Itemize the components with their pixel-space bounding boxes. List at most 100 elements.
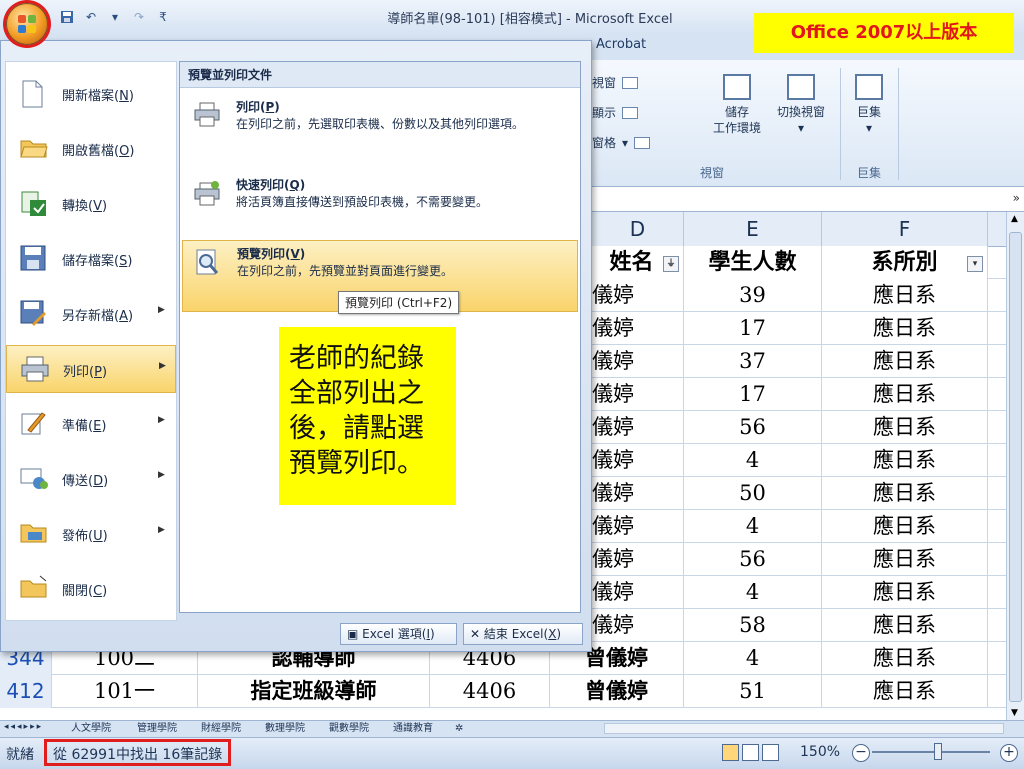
menu-item[interactable]: 發佈(U) ▶ xyxy=(6,510,176,558)
page-break-view-icon[interactable] xyxy=(762,744,779,761)
page-layout-view-icon[interactable] xyxy=(742,744,759,761)
ribbon-window-button[interactable]: 視窗 xyxy=(592,74,639,91)
save-workspace-button[interactable]: 儲存 工作環境 xyxy=(706,74,768,136)
header-cell-count[interactable]: 學生人數 xyxy=(684,246,822,279)
sheet-tab[interactable]: 管理學院 xyxy=(134,722,180,736)
cell-name[interactable]: 儀婷 xyxy=(592,444,684,477)
menu-item[interactable]: 開新檔案(N) xyxy=(6,70,176,118)
submenu-item[interactable]: 列印(P) 在列印之前，先選取印表機、份數以及其他列印選項。 xyxy=(182,94,578,164)
menu-item[interactable]: 儲存檔案(S) xyxy=(6,235,176,283)
cell-term[interactable]: 101一 xyxy=(52,675,198,708)
header-cell-name[interactable]: 姓名 ⏚ xyxy=(580,246,684,279)
cell-dept[interactable]: 應日系 xyxy=(822,642,988,675)
sheet-tab[interactable]: 人文學院 xyxy=(68,722,114,736)
scroll-up-icon[interactable]: ▲ xyxy=(1011,214,1018,224)
cell-count[interactable]: 39 xyxy=(684,279,822,312)
cell-count[interactable]: 4 xyxy=(684,576,822,609)
cell-name[interactable]: 儀婷 xyxy=(592,279,684,312)
column-header-d[interactable]: D xyxy=(592,212,684,246)
undo-icon[interactable]: ↶ xyxy=(82,8,100,26)
cell-dept[interactable]: 應日系 xyxy=(822,444,988,477)
office-button[interactable] xyxy=(6,3,48,45)
menu-item[interactable]: 另存新檔(A) ▶ xyxy=(6,290,176,338)
menu-item[interactable]: 傳送(D) ▶ xyxy=(6,455,176,503)
cell-name[interactable]: 儀婷 xyxy=(592,312,684,345)
ribbon-show-button[interactable]: 顯示 xyxy=(592,104,639,121)
sheet-tab[interactable]: 觀數學院 xyxy=(326,722,372,736)
cell-count[interactable]: 51 xyxy=(684,675,822,708)
cell-name[interactable]: 儀婷 xyxy=(592,543,684,576)
save-icon[interactable] xyxy=(58,8,76,26)
expand-formula-bar-icon[interactable]: » xyxy=(1013,191,1020,205)
cell-role[interactable]: 指定班級導師 xyxy=(198,675,430,708)
scrollbar-thumb[interactable] xyxy=(1009,232,1022,702)
cell-name[interactable]: 儀婷 xyxy=(592,576,684,609)
macros-button[interactable]: 巨集 ▾ xyxy=(846,74,892,136)
cell-name[interactable]: 儀婷 xyxy=(592,609,684,642)
cell-count[interactable]: 58 xyxy=(684,609,822,642)
cell-dept[interactable]: 應日系 xyxy=(822,576,988,609)
cell-count[interactable]: 17 xyxy=(684,378,822,411)
cell-dept[interactable]: 應日系 xyxy=(822,279,988,312)
switch-windows-button[interactable]: 切換視窗 ▾ xyxy=(768,74,834,136)
dropdown-arrow-icon[interactable]: ▾ xyxy=(106,8,124,26)
cell-dept[interactable]: 應日系 xyxy=(822,345,988,378)
cell-count[interactable]: 4 xyxy=(684,444,822,477)
cell-name[interactable]: 儀婷 xyxy=(592,345,684,378)
cell-count[interactable]: 37 xyxy=(684,345,822,378)
zoom-slider[interactable] xyxy=(872,751,990,753)
cell-count[interactable]: 56 xyxy=(684,543,822,576)
cell-dept[interactable]: 應日系 xyxy=(822,609,988,642)
cell-dept[interactable]: 應日系 xyxy=(822,675,988,708)
cell-name[interactable]: 儀婷 xyxy=(592,477,684,510)
menu-item[interactable]: 列印(P) ▶ xyxy=(6,345,176,393)
zoom-in-icon[interactable]: + xyxy=(1000,744,1018,762)
cell-count[interactable]: 4 xyxy=(684,510,822,543)
cell-count[interactable]: 50 xyxy=(684,477,822,510)
sheet-tab[interactable]: 財經學院 xyxy=(198,722,244,736)
submenu-title: 預覽並列印文件 xyxy=(180,62,580,88)
scroll-down-icon[interactable]: ▼ xyxy=(1011,708,1018,718)
sheet-tab[interactable]: 通識教育 xyxy=(390,722,436,736)
menu-item[interactable]: 轉換(V) xyxy=(6,180,176,228)
header-cell-dept[interactable]: 系所別 ▾ xyxy=(822,246,988,279)
cell-count[interactable]: 56 xyxy=(684,411,822,444)
exit-excel-button[interactable]: ✕ 結束 Excel(X) xyxy=(463,623,583,645)
sheet-tab[interactable]: 數理學院 xyxy=(262,722,308,736)
cell-name[interactable]: 儀婷 xyxy=(592,378,684,411)
excel-options-button[interactable]: ▣ Excel 選項(I) xyxy=(340,623,457,645)
menu-item[interactable]: 準備(E) ▶ xyxy=(6,400,176,448)
horizontal-scrollbar[interactable] xyxy=(604,723,1004,734)
customize-toolbar-icon[interactable]: ₹ xyxy=(154,8,172,26)
filter-dropdown-icon[interactable]: ▾ xyxy=(967,256,983,272)
cell-count[interactable]: 4 xyxy=(684,642,822,675)
cell-dept[interactable]: 應日系 xyxy=(822,510,988,543)
redo-icon[interactable]: ↷ xyxy=(130,8,148,26)
insert-sheet-icon[interactable]: ✲ xyxy=(452,722,466,736)
ribbon-panes-button[interactable]: 窗格 ▾ xyxy=(592,134,651,151)
row-header[interactable]: 412 xyxy=(0,675,52,708)
column-header-f[interactable]: F xyxy=(822,212,988,246)
cell-name[interactable]: 儀婷 xyxy=(592,510,684,543)
cell-name[interactable]: 儀婷 xyxy=(592,411,684,444)
cell-name[interactable]: 曾儀婷 xyxy=(550,675,684,708)
vertical-scrollbar[interactable]: ▲ ▼ xyxy=(1006,212,1024,720)
cell-code[interactable]: 4406 xyxy=(430,675,550,708)
zoom-out-icon[interactable]: − xyxy=(852,744,870,762)
zoom-level[interactable]: 150% xyxy=(800,744,840,760)
cell-dept[interactable]: 應日系 xyxy=(822,477,988,510)
sheet-nav-arrows-icon[interactable]: ◂◂◂▸▸▸ xyxy=(4,722,43,732)
submenu-item[interactable]: 快速列印(Q) 將活頁簿直接傳送到預設印表機，不需要變更。 xyxy=(182,172,578,228)
filter-active-icon[interactable]: ⏚ xyxy=(663,256,679,272)
tab-acrobat[interactable]: Acrobat xyxy=(596,37,646,52)
cell-dept[interactable]: 應日系 xyxy=(822,411,988,444)
menu-item[interactable]: 開啟舊檔(O) xyxy=(6,125,176,173)
cell-count[interactable]: 17 xyxy=(684,312,822,345)
column-header-e[interactable]: E xyxy=(684,212,822,246)
cell-dept[interactable]: 應日系 xyxy=(822,543,988,576)
zoom-slider-thumb[interactable] xyxy=(934,743,942,760)
cell-dept[interactable]: 應日系 xyxy=(822,312,988,345)
menu-item[interactable]: 關閉(C) xyxy=(6,565,176,613)
normal-view-icon[interactable] xyxy=(722,744,739,761)
cell-dept[interactable]: 應日系 xyxy=(822,378,988,411)
